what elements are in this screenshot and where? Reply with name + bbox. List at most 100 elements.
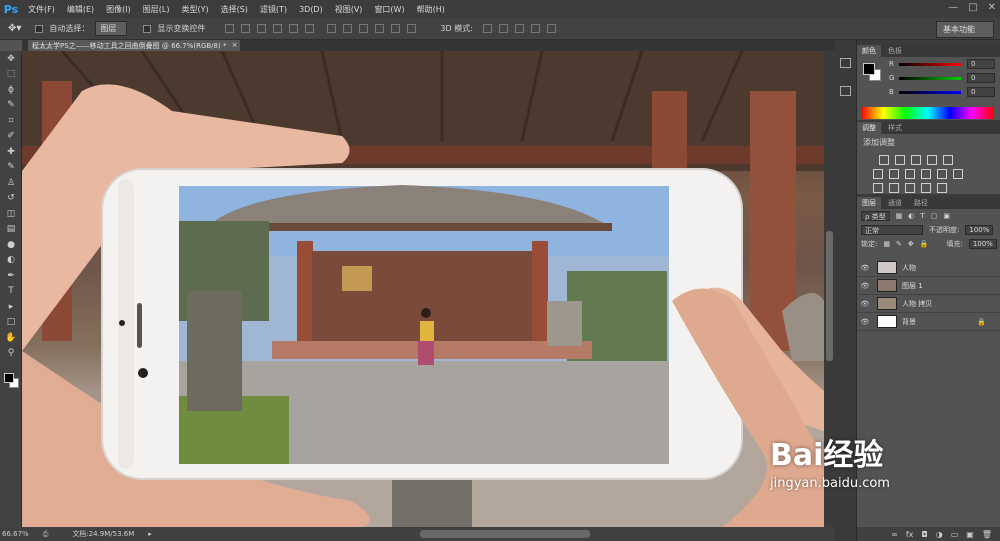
tab-styles[interactable]: 样式 bbox=[883, 122, 907, 134]
foreground-color-swatch[interactable] bbox=[4, 373, 14, 383]
menu-window[interactable]: 窗口(W) bbox=[368, 4, 410, 15]
exposure-icon[interactable] bbox=[927, 155, 937, 165]
stamp-icon[interactable]: ♙ bbox=[0, 175, 22, 191]
brush-icon[interactable]: ✎ bbox=[0, 160, 22, 176]
align-bottom-icon[interactable] bbox=[257, 24, 267, 33]
tab-layers[interactable]: 图层 bbox=[857, 197, 881, 209]
lock-all-icon[interactable]: 🔒 bbox=[920, 240, 929, 248]
photo-filter-icon[interactable] bbox=[921, 169, 931, 179]
hue-sat-icon[interactable] bbox=[873, 169, 883, 179]
delete-layer-icon[interactable]: 🗑 bbox=[982, 530, 992, 539]
document-canvas[interactable] bbox=[22, 51, 824, 527]
marquee-icon[interactable]: ⬚ bbox=[0, 67, 22, 83]
auto-select-checkbox[interactable] bbox=[35, 24, 44, 33]
tab-swatches[interactable]: 色板 bbox=[883, 45, 907, 57]
fg-color-swatch[interactable] bbox=[863, 63, 875, 75]
menu-help[interactable]: 帮助(H) bbox=[411, 4, 451, 15]
layer-row[interactable]: 👁 人物 bbox=[857, 259, 1000, 277]
align-top-icon[interactable] bbox=[225, 24, 235, 33]
minimize-icon[interactable]: — bbox=[948, 2, 958, 13]
history-panel-icon[interactable] bbox=[840, 58, 851, 68]
align-vcenter-icon[interactable] bbox=[241, 24, 251, 33]
horizontal-scroll-thumb[interactable] bbox=[420, 530, 590, 538]
filter-type-icon[interactable]: T bbox=[920, 212, 924, 220]
invert-icon[interactable] bbox=[873, 183, 883, 193]
visibility-eye-icon[interactable]: 👁 bbox=[857, 264, 873, 272]
lock-paint-icon[interactable]: ✎ bbox=[896, 240, 902, 248]
r-bar[interactable] bbox=[899, 62, 961, 66]
move-tool-preset-icon[interactable]: ✥▾ bbox=[8, 23, 21, 34]
color-balance-icon[interactable] bbox=[889, 169, 899, 179]
tab-channels[interactable]: 通道 bbox=[883, 197, 907, 209]
auto-select-dropdown[interactable]: 图层 bbox=[95, 21, 128, 36]
posterize-icon[interactable] bbox=[889, 183, 899, 193]
hand-icon[interactable]: ✋ bbox=[0, 330, 22, 346]
tab-paths[interactable]: 路径 bbox=[909, 197, 933, 209]
workspace-dropdown[interactable]: 基本功能 bbox=[936, 21, 994, 38]
vibrance-icon[interactable] bbox=[943, 155, 953, 165]
layer-filter-dropdown[interactable]: ρ 类型 bbox=[861, 211, 890, 221]
new-group-icon[interactable]: ▭ bbox=[951, 530, 959, 539]
curves-icon[interactable] bbox=[911, 155, 921, 165]
show-transform-checkbox[interactable] bbox=[143, 24, 152, 33]
3d-drag-icon[interactable] bbox=[514, 24, 524, 33]
align-hcenter-icon[interactable] bbox=[289, 24, 299, 33]
type-icon[interactable]: T bbox=[0, 284, 22, 300]
layer-name[interactable]: 人物 bbox=[902, 263, 916, 273]
gradient-icon[interactable]: ▤ bbox=[0, 222, 22, 238]
r-value[interactable]: 0 bbox=[967, 59, 995, 69]
channel-mixer-icon[interactable] bbox=[937, 169, 947, 179]
threshold-icon[interactable] bbox=[905, 183, 915, 193]
3d-roll-icon[interactable] bbox=[498, 24, 508, 33]
3d-rotate-icon[interactable] bbox=[482, 24, 492, 33]
distribute-top-icon[interactable] bbox=[327, 24, 337, 33]
filter-shape-icon[interactable]: ▢ bbox=[931, 212, 938, 220]
menu-filter[interactable]: 滤镜(T) bbox=[254, 4, 293, 15]
maximize-icon[interactable]: □ bbox=[968, 2, 977, 13]
zoom-level[interactable]: 66.67% bbox=[2, 530, 29, 538]
layer-row[interactable]: 👁 背景 🔒 bbox=[857, 313, 1000, 331]
menu-3d[interactable]: 3D(D) bbox=[293, 5, 329, 14]
menu-image[interactable]: 图像(I) bbox=[100, 4, 137, 15]
new-layer-icon[interactable]: ▣ bbox=[966, 530, 974, 539]
pen-icon[interactable]: ✒ bbox=[0, 268, 22, 284]
properties-panel-icon[interactable] bbox=[840, 86, 851, 96]
distribute-left-icon[interactable] bbox=[375, 24, 385, 33]
layer-name[interactable]: 图层 1 bbox=[902, 281, 923, 291]
distribute-vcenter-icon[interactable] bbox=[343, 24, 353, 33]
layer-row[interactable]: 👁 图层 1 bbox=[857, 277, 1000, 295]
3d-slide-icon[interactable] bbox=[530, 24, 540, 33]
layer-row[interactable]: 👁 人物 拷贝 bbox=[857, 295, 1000, 313]
layer-style-icon[interactable]: fx bbox=[906, 530, 914, 539]
history-brush-icon[interactable]: ↺ bbox=[0, 191, 22, 207]
menu-select[interactable]: 选择(S) bbox=[215, 4, 254, 15]
close-icon[interactable]: ✕ bbox=[988, 2, 996, 13]
vertical-scroll-thumb[interactable] bbox=[826, 231, 833, 361]
zoom-icon[interactable]: ⚲ bbox=[0, 346, 22, 362]
menu-type[interactable]: 类型(Y) bbox=[175, 4, 214, 15]
b-value[interactable]: 0 bbox=[967, 87, 995, 97]
g-bar[interactable] bbox=[899, 76, 961, 80]
b-bar[interactable] bbox=[899, 90, 961, 94]
distribute-hcenter-icon[interactable] bbox=[391, 24, 401, 33]
menu-edit[interactable]: 编辑(E) bbox=[61, 4, 100, 15]
distribute-right-icon[interactable] bbox=[407, 24, 417, 33]
align-right-icon[interactable] bbox=[305, 24, 315, 33]
export-icon[interactable]: ⎙ bbox=[43, 530, 49, 539]
healing-icon[interactable]: ✚ bbox=[0, 144, 22, 160]
distribute-bottom-icon[interactable] bbox=[359, 24, 369, 33]
filter-pixel-icon[interactable]: ▦ bbox=[896, 212, 903, 220]
tab-adjustments[interactable]: 调整 bbox=[857, 122, 881, 134]
3d-scale-icon[interactable] bbox=[546, 24, 556, 33]
color-spectrum[interactable] bbox=[861, 107, 994, 119]
gradient-map-icon[interactable] bbox=[921, 183, 931, 193]
brightness-icon[interactable] bbox=[879, 155, 889, 165]
status-menu-arrow-icon[interactable]: ▸ bbox=[148, 530, 152, 538]
add-mask-icon[interactable]: ◘ bbox=[921, 530, 927, 539]
opacity-input[interactable]: 100% bbox=[965, 225, 994, 235]
g-value[interactable]: 0 bbox=[967, 73, 995, 83]
selective-color-icon[interactable] bbox=[937, 183, 947, 193]
dodge-icon[interactable]: ◐ bbox=[0, 253, 22, 269]
eyedropper-icon[interactable]: ✐ bbox=[0, 129, 22, 145]
visibility-eye-icon[interactable]: 👁 bbox=[857, 300, 873, 308]
